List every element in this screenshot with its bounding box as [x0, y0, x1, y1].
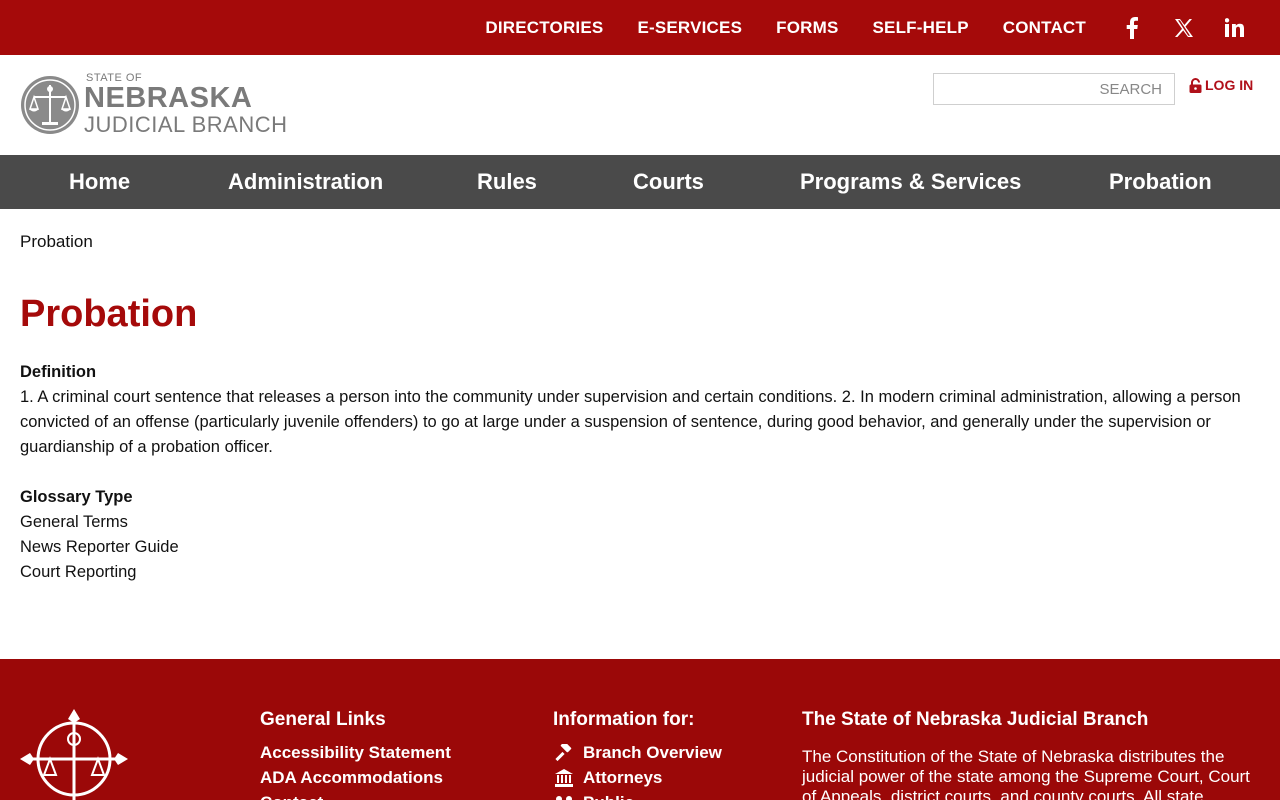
contact-link[interactable]: CONTACT: [1003, 18, 1086, 38]
self-help-link[interactable]: SELF-HELP: [873, 18, 969, 38]
linkedin-icon[interactable]: [1222, 16, 1246, 40]
general-links-heading: General Links: [260, 709, 386, 730]
glossary-type-item: News Reporter Guide: [20, 538, 179, 556]
footer-link-contact[interactable]: Contact: [260, 790, 451, 800]
about-heading: The State of Nebraska Judicial Branch: [802, 709, 1149, 730]
directories-link[interactable]: DIRECTORIES: [485, 18, 603, 38]
e-services-link[interactable]: E-SERVICES: [637, 18, 742, 38]
about-text: The Constitution of the State of Nebrask…: [802, 747, 1250, 800]
nav-probation[interactable]: Probation: [1109, 155, 1212, 209]
facebook-icon[interactable]: [1120, 16, 1144, 40]
branch-overview-label: Branch Overview: [583, 743, 722, 762]
attorneys-label: Attorneys: [583, 768, 663, 787]
site-footer: General Links Accessibility Statement AD…: [0, 659, 1280, 800]
page-title: Probation: [20, 293, 198, 335]
footer-general-links: General Links Accessibility Statement AD…: [260, 709, 451, 800]
footer-about: The State of Nebraska Judicial Branch Th…: [802, 709, 1257, 800]
nav-programs-services[interactable]: Programs & Services: [800, 155, 1021, 209]
footer-information-for: Information for: Branch Overview Attorne…: [553, 709, 722, 800]
people-icon: [553, 794, 575, 800]
footer-link-ada[interactable]: ADA Accommodations: [260, 765, 451, 790]
login-label: LOG IN: [1205, 77, 1254, 93]
glossary-type-item: Court Reporting: [20, 563, 137, 581]
forms-link[interactable]: FORMS: [776, 18, 838, 38]
glossary-type-label: Glossary Type: [20, 488, 133, 506]
footer-link-accessibility[interactable]: Accessibility Statement: [260, 740, 451, 765]
x-twitter-icon[interactable]: [1171, 16, 1195, 40]
breadcrumb: Probation: [20, 232, 93, 251]
courthouse-icon: [553, 768, 575, 787]
logo-wordmark: STATE OF NEBRASKA JUDICIAL BRANCH: [84, 73, 288, 136]
nav-home[interactable]: Home: [69, 155, 130, 209]
public-label: Public: [583, 790, 634, 800]
site-logo[interactable]: STATE OF NEBRASKA JUDICIAL BRANCH: [20, 73, 288, 136]
logo-line-judicial-branch: JUDICIAL BRANCH: [84, 112, 288, 137]
footer-link-branch-overview[interactable]: Branch Overview: [553, 740, 722, 765]
nav-administration[interactable]: Administration: [228, 155, 383, 209]
nav-rules[interactable]: Rules: [477, 155, 537, 209]
glossary-type-item: General Terms: [20, 513, 128, 531]
search-input[interactable]: [933, 73, 1175, 105]
nav-courts[interactable]: Courts: [633, 155, 704, 209]
glossary-entry: Definition 1. A criminal court sentence …: [20, 360, 1250, 585]
gavel-icon: [553, 743, 575, 762]
unlock-icon: [1189, 77, 1202, 93]
logo-line-nebraska: NEBRASKA: [84, 82, 253, 114]
top-utility-bar: DIRECTORIES E-SERVICES FORMS SELF-HELP C…: [0, 0, 1280, 55]
footer-link-public[interactable]: Public: [553, 790, 722, 800]
site-header: STATE OF NEBRASKA JUDICIAL BRANCH LOG IN: [0, 55, 1280, 155]
definition-text: 1. A criminal court sentence that releas…: [20, 388, 1241, 456]
login-link[interactable]: LOG IN: [1189, 77, 1253, 93]
definition-label: Definition: [20, 363, 97, 381]
information-for-heading: Information for:: [553, 709, 695, 730]
main-navigation: Home Administration Rules Courts Program…: [0, 155, 1280, 209]
utility-links: DIRECTORIES E-SERVICES FORMS SELF-HELP C…: [485, 0, 1280, 55]
judicial-seal-icon: [21, 75, 79, 134]
footer-link-attorneys[interactable]: Attorneys: [553, 765, 722, 790]
footer-seal-icon: [20, 709, 128, 800]
